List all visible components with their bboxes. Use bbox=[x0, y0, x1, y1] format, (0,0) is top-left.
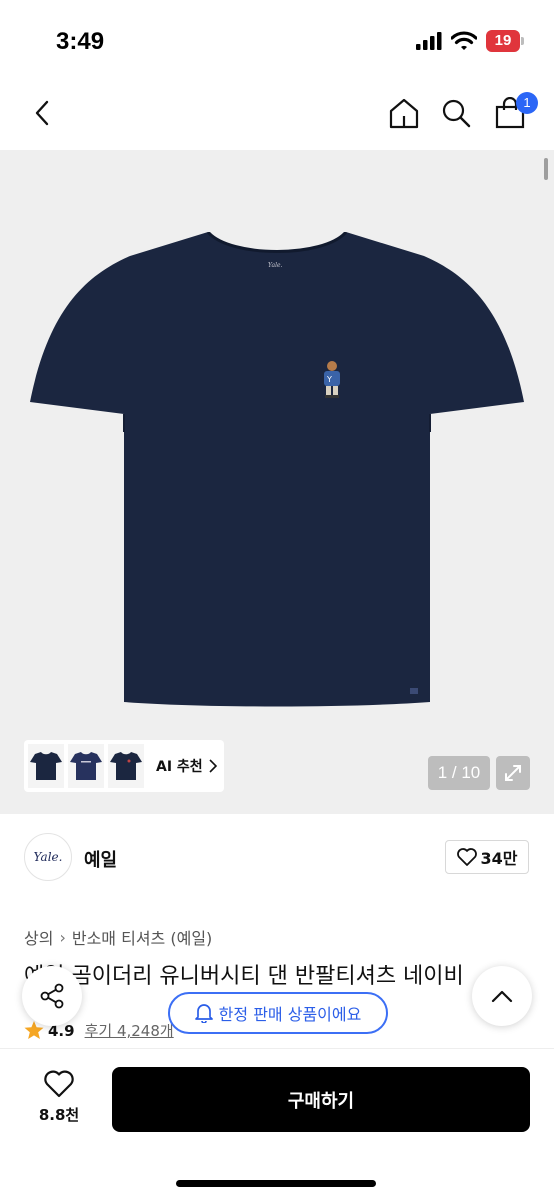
bell-icon bbox=[194, 1004, 213, 1023]
buy-button[interactable]: 구매하기 bbox=[112, 1067, 530, 1132]
navy-tshirt-image: Yale. Y bbox=[30, 232, 524, 707]
home-icon bbox=[389, 98, 419, 129]
limited-sale-label: 한정 판매 상품이에요 bbox=[218, 1005, 362, 1024]
tshirt-thumbnail-icon bbox=[110, 752, 142, 780]
share-button[interactable] bbox=[22, 966, 82, 1026]
share-icon bbox=[40, 983, 64, 1009]
svg-text:Y: Y bbox=[326, 375, 332, 384]
scroll-indicator bbox=[544, 158, 548, 180]
ai-recommendation-strip[interactable]: AI 추천 bbox=[24, 740, 224, 792]
breadcrumb: 상의 › 반소매 티셔츠 (예일) bbox=[24, 925, 212, 949]
image-page-counter: 1 / 10 bbox=[428, 756, 490, 790]
review-count-link[interactable]: 후기 4,248개 bbox=[85, 1020, 174, 1041]
status-icons: 19 bbox=[416, 30, 524, 52]
battery-icon: 19 bbox=[486, 30, 524, 52]
bottom-action-bar: 8.8천 구매하기 bbox=[0, 1050, 554, 1200]
home-indicator bbox=[176, 1180, 376, 1187]
chevron-up-icon bbox=[491, 990, 513, 1003]
brand-name[interactable]: 예일 bbox=[84, 846, 117, 872]
wifi-icon bbox=[451, 31, 477, 50]
wishlist-button[interactable]: 8.8천 bbox=[24, 1070, 94, 1134]
product-image-gallery[interactable]: Yale. Y AI 추천 1 / 10 bbox=[0, 150, 554, 814]
brand-logo[interactable]: Yale. bbox=[24, 833, 72, 881]
divider bbox=[0, 1048, 554, 1049]
chevron-left-icon bbox=[35, 100, 49, 126]
recommendation-thumbnail[interactable] bbox=[68, 744, 104, 788]
ai-recommend-label: AI 추천 bbox=[156, 759, 203, 775]
cart-count-badge: 1 bbox=[516, 92, 538, 114]
search-button[interactable] bbox=[432, 86, 480, 140]
recommendation-thumbnail[interactable] bbox=[28, 744, 64, 788]
nav-header: 1 bbox=[0, 86, 554, 150]
chevron-right-icon: › bbox=[59, 927, 66, 947]
scroll-top-button[interactable] bbox=[472, 966, 532, 1026]
status-bar: 3:49 19 bbox=[0, 0, 554, 86]
breadcrumb-item[interactable]: 상의 bbox=[24, 925, 53, 949]
tshirt-thumbnail-icon bbox=[70, 752, 102, 780]
cellular-signal-icon bbox=[416, 32, 442, 50]
svg-text:Yale.: Yale. bbox=[268, 262, 283, 269]
cart-button[interactable]: 1 bbox=[486, 86, 538, 140]
chevron-right-icon bbox=[209, 759, 217, 773]
back-button[interactable] bbox=[18, 86, 66, 140]
battery-level: 19 bbox=[494, 32, 512, 49]
tshirt-thumbnail-icon bbox=[30, 752, 62, 780]
wishlist-count: 8.8천 bbox=[38, 1106, 80, 1124]
brand-like-count: 34만 bbox=[480, 849, 518, 868]
expand-icon bbox=[505, 765, 521, 781]
home-button[interactable] bbox=[380, 86, 428, 140]
heart-icon bbox=[456, 848, 477, 866]
recommendation-thumbnail[interactable] bbox=[108, 744, 144, 788]
product-title: 예일 곰이더리 유니버시티 댄 반팔티셔츠 네이비 bbox=[24, 964, 464, 989]
breadcrumb-item[interactable]: 반소매 티셔츠 (예일) bbox=[72, 925, 212, 949]
heart-icon bbox=[44, 1070, 74, 1098]
search-icon bbox=[442, 99, 471, 128]
status-time: 3:49 bbox=[56, 28, 105, 55]
expand-image-button[interactable] bbox=[496, 756, 530, 790]
brand-like-button[interactable]: 34만 bbox=[445, 840, 529, 874]
limited-sale-banner[interactable]: 한정 판매 상품이에요 bbox=[168, 992, 388, 1034]
brand-row[interactable]: Yale. 예일 34만 bbox=[0, 814, 554, 900]
